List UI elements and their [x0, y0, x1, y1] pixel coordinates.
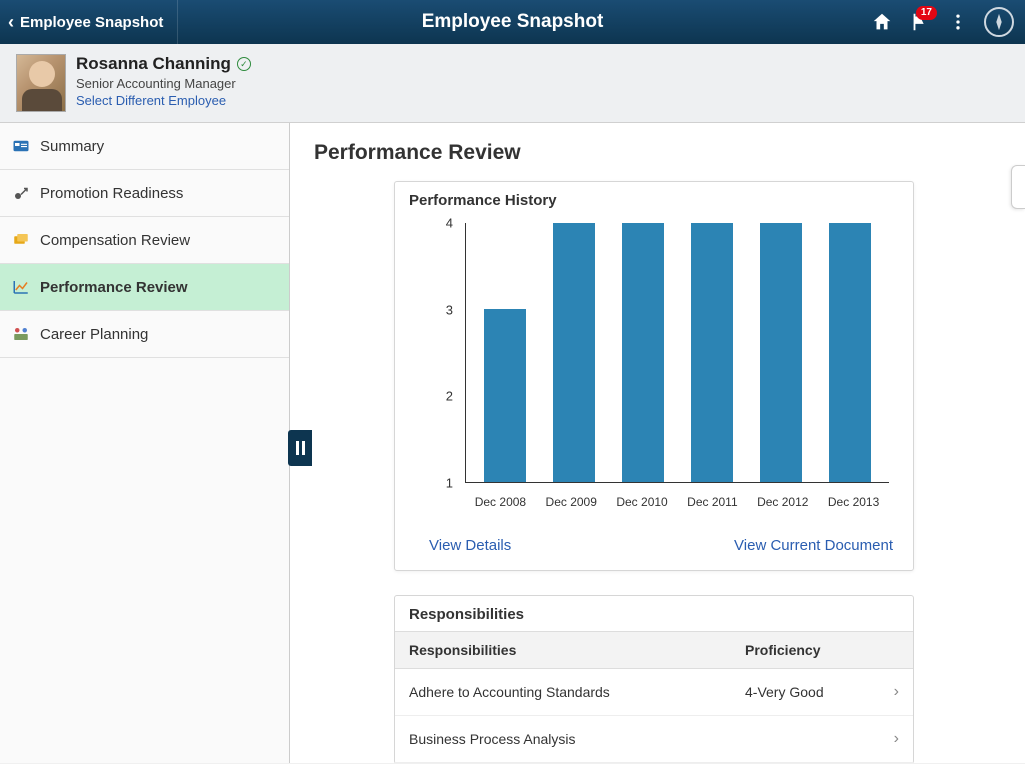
y-tick: 1 — [446, 476, 453, 491]
chart-bar — [553, 223, 595, 482]
chevron-right-icon: › — [875, 730, 899, 748]
table-row[interactable]: Adhere to Accounting Standards4-Very Goo… — [395, 669, 913, 716]
back-label: Employee Snapshot — [20, 14, 163, 31]
home-button[interactable] — [863, 0, 901, 44]
notification-badge: 17 — [916, 6, 937, 20]
main-content: Performance Review Performance History 4… — [290, 123, 1025, 763]
back-button[interactable]: ‹ Employee Snapshot — [0, 0, 178, 44]
employee-title: Senior Accounting Manager — [76, 76, 251, 91]
more-button[interactable] — [939, 0, 977, 44]
view-current-document-link[interactable]: View Current Document — [734, 537, 893, 554]
x-tick: Dec 2010 — [616, 495, 667, 509]
sidebar-item-label: Compensation Review — [40, 232, 190, 249]
col-responsibilities: Responsibilities — [409, 642, 745, 658]
x-tick: Dec 2013 — [828, 495, 879, 509]
pause-icon — [296, 441, 305, 455]
sidebar: Summary Promotion Readiness Compensation… — [0, 123, 290, 763]
responsibility-name: Adhere to Accounting Standards — [409, 684, 745, 700]
responsibility-name: Business Process Analysis — [409, 731, 745, 747]
avatar — [16, 54, 66, 112]
chart-bar — [622, 223, 664, 482]
col-proficiency: Proficiency — [745, 642, 875, 658]
employee-name: Rosanna Channing — [76, 54, 231, 74]
x-tick: Dec 2009 — [546, 495, 597, 509]
compass-button[interactable] — [977, 0, 1015, 44]
chevron-right-icon: › — [875, 683, 899, 701]
app-header: ‹ Employee Snapshot Employee Snapshot 17 — [0, 0, 1025, 44]
chart-bar — [829, 223, 871, 482]
y-tick: 4 — [446, 216, 453, 231]
sidebar-item-compensation-review[interactable]: Compensation Review — [0, 217, 289, 264]
performance-history-chart: 4321 Dec 2008Dec 2009Dec 2010Dec 2011Dec… — [409, 223, 899, 513]
career-icon — [12, 325, 30, 343]
status-available-icon: ✓ — [237, 57, 251, 71]
money-icon — [12, 231, 30, 249]
notifications-button[interactable]: 17 — [901, 0, 939, 44]
sidebar-collapse-handle[interactable] — [288, 430, 312, 466]
compass-icon — [984, 7, 1014, 37]
x-tick: Dec 2011 — [687, 495, 737, 509]
x-tick: Dec 2012 — [757, 495, 808, 509]
sidebar-item-career-planning[interactable]: Career Planning — [0, 311, 289, 358]
card-title: Responsibilities — [395, 596, 913, 631]
employee-meta: Rosanna Channing ✓ Senior Accounting Man… — [76, 54, 251, 108]
promotion-icon — [12, 184, 30, 202]
header-actions: 17 — [863, 0, 1025, 44]
id-card-icon — [12, 137, 30, 155]
chart-bar — [484, 309, 526, 482]
view-details-link[interactable]: View Details — [429, 537, 511, 554]
y-tick: 2 — [446, 389, 453, 404]
chart-line-icon — [12, 278, 30, 296]
sidebar-item-summary[interactable]: Summary — [0, 123, 289, 170]
chart-bar — [760, 223, 802, 482]
right-edge-tab[interactable] — [1011, 165, 1025, 209]
y-tick: 3 — [446, 302, 453, 317]
chart-bar — [691, 223, 733, 482]
card-title: Performance History — [395, 182, 913, 209]
proficiency-value: 4-Very Good — [745, 684, 875, 700]
responsibilities-card: Responsibilities Responsibilities Profic… — [394, 595, 914, 763]
chevron-left-icon: ‹ — [8, 12, 14, 33]
employee-bar: Rosanna Channing ✓ Senior Accounting Man… — [0, 44, 1025, 123]
table-header: Responsibilities Proficiency — [395, 631, 913, 669]
sidebar-item-label: Career Planning — [40, 326, 148, 343]
page-title: Performance Review — [314, 141, 1001, 165]
table-row[interactable]: Business Process Analysis › — [395, 716, 913, 763]
more-vertical-icon — [948, 12, 968, 32]
performance-history-card: Performance History 4 3 2 1 Dec 2008 Dec 200… — [394, 181, 914, 571]
sidebar-item-label: Promotion Readiness — [40, 185, 183, 202]
sidebar-item-label: Performance Review — [40, 279, 188, 296]
select-different-employee-link[interactable]: Select Different Employee — [76, 93, 251, 108]
x-tick: Dec 2008 — [475, 495, 526, 509]
sidebar-item-performance-review[interactable]: Performance Review — [0, 264, 289, 311]
home-icon — [871, 11, 893, 33]
sidebar-item-label: Summary — [40, 138, 104, 155]
sidebar-item-promotion-readiness[interactable]: Promotion Readiness — [0, 170, 289, 217]
